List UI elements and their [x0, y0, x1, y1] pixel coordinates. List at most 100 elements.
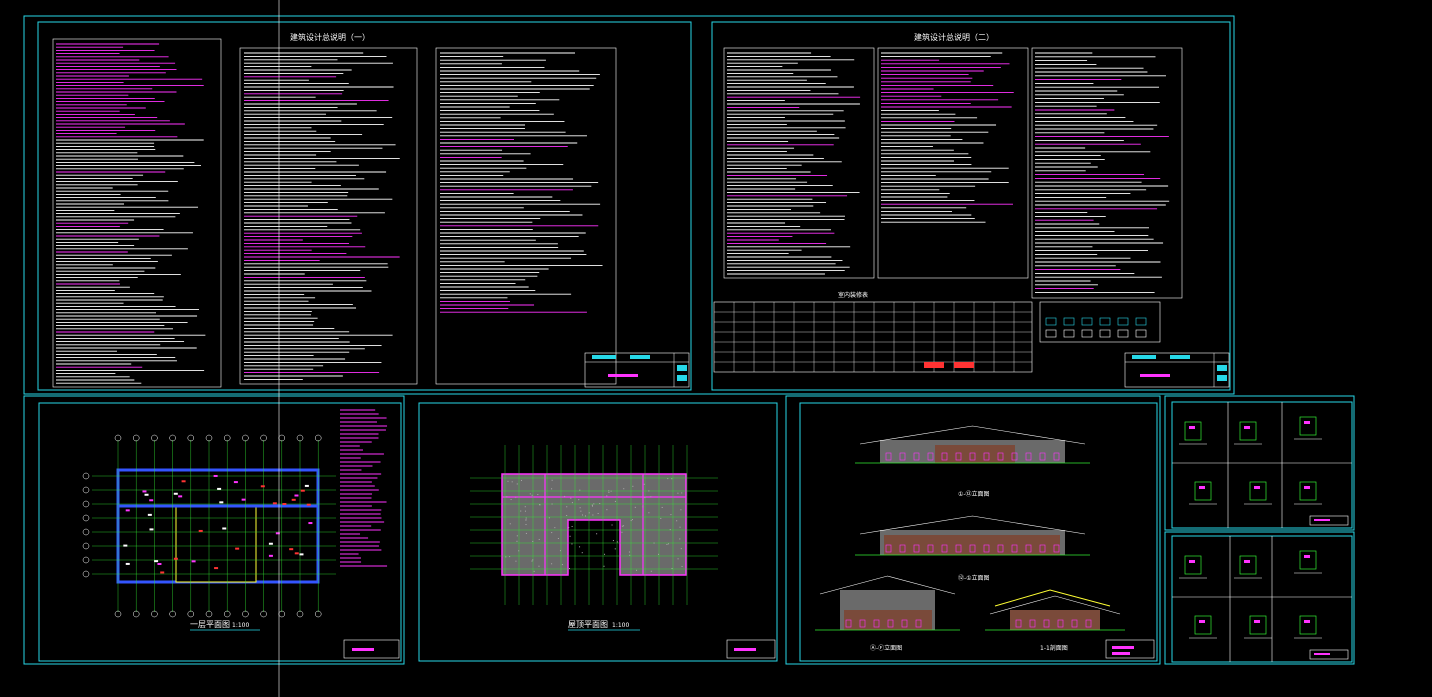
hatch-dot [603, 565, 605, 567]
hatch-dot [531, 560, 533, 562]
hatch-dot [636, 569, 638, 571]
room-label [291, 498, 296, 501]
detail-mark [1304, 555, 1310, 558]
room-label [147, 513, 152, 516]
floor-plan-scale: 1:100 [232, 622, 249, 629]
hatch-dot [643, 483, 645, 485]
detail-mark [1189, 426, 1195, 429]
hatch-dot [532, 540, 534, 542]
hatch-dot [551, 532, 553, 534]
detail-mark [1304, 421, 1310, 424]
room-label [154, 560, 159, 563]
room-label [125, 562, 130, 565]
elevation-3-title: Ⓐ-Ⓕ立面图 [870, 644, 902, 652]
hatch-dot [680, 548, 682, 550]
hatch-dot [561, 564, 563, 566]
hatch-dot [648, 512, 650, 514]
hatch-dot [667, 543, 669, 545]
hatch-dot [568, 527, 570, 529]
room-label [160, 571, 165, 574]
hatch-dot [525, 532, 527, 534]
hatch-dot [507, 480, 509, 482]
room-label [125, 509, 130, 512]
detail-mark [1254, 620, 1260, 623]
room-label [178, 495, 183, 498]
detail-mark [1199, 486, 1205, 489]
hatch-dot [525, 519, 527, 521]
hatch-dot [570, 497, 572, 499]
room-label [123, 544, 128, 547]
hatch-dot [524, 510, 526, 512]
hatch-dot [677, 558, 679, 560]
hatch-dot [548, 517, 550, 519]
hatch-dot [621, 525, 623, 527]
hatch-dot [597, 512, 599, 514]
hatch-dot [660, 517, 662, 519]
hatch-dot [509, 523, 511, 525]
hatch-dot [667, 478, 669, 480]
hatch-dot [516, 535, 518, 537]
hatch-dot [554, 527, 556, 529]
hatch-dot [571, 526, 573, 528]
hatch-dot [642, 506, 644, 508]
hatch-dot [579, 507, 581, 509]
hatch-dot [567, 519, 569, 521]
room-label [144, 493, 149, 496]
hatch-dot [557, 538, 559, 540]
hatch-dot [608, 491, 610, 493]
hatch-dot [539, 504, 541, 506]
hatch-dot [614, 500, 616, 502]
cell-highlight [924, 362, 944, 368]
hatch-dot [679, 538, 681, 540]
detail-mark [1199, 620, 1205, 623]
hatch-dot [518, 550, 520, 552]
hatch-dot [532, 559, 534, 561]
room-label [149, 528, 154, 531]
hatch-dot [569, 535, 571, 537]
elevation-1-title: ①-⑫立面图 [958, 490, 990, 498]
hatch-dot [612, 540, 614, 542]
room-label [233, 481, 238, 484]
hatch-dot [581, 514, 583, 516]
room-label [181, 480, 186, 483]
room-label [268, 554, 273, 557]
hatch-dot [533, 570, 535, 572]
hatch-dot [604, 553, 606, 555]
room-label [198, 529, 203, 532]
hatch-dot [681, 492, 683, 494]
notes-2-title: 建筑设计总说明（二） [914, 32, 994, 42]
hatch-dot [551, 563, 553, 565]
hatch-dot [568, 568, 570, 570]
hatch-dot [629, 554, 631, 556]
cell-highlight [954, 362, 974, 368]
room-label [235, 547, 240, 550]
hatch-dot [537, 494, 539, 496]
room-label [306, 503, 311, 506]
hatch-dot [593, 503, 595, 505]
hatch-dot [551, 488, 553, 490]
hatch-dot [538, 538, 540, 540]
hatch-dot [596, 533, 598, 535]
hatch-dot [671, 478, 673, 480]
hatch-dot [606, 509, 608, 511]
hatch-dot [524, 506, 526, 508]
hatch-dot [650, 496, 652, 498]
cad-drawing-canvas[interactable]: 建筑设计总说明（一） 建筑设计总说明（二） 室内装修表 一层平面图 1:100 … [0, 0, 1432, 697]
room-label [222, 527, 227, 530]
room-label [268, 542, 273, 545]
hatch-dot [670, 514, 672, 516]
hatch-dot [525, 524, 527, 526]
hatch-dot [578, 499, 580, 501]
hatch-dot [621, 531, 623, 533]
hatch-dot [551, 479, 553, 481]
room-label [213, 474, 218, 477]
hatch-dot [564, 495, 566, 497]
room-label [289, 548, 294, 551]
room-label [173, 492, 178, 495]
detail-mark [1244, 426, 1250, 429]
room-label [217, 487, 222, 490]
hatch-dot [531, 494, 533, 496]
room-label [304, 484, 309, 487]
hatch-dot [571, 543, 573, 545]
hatch-dot [631, 519, 633, 521]
